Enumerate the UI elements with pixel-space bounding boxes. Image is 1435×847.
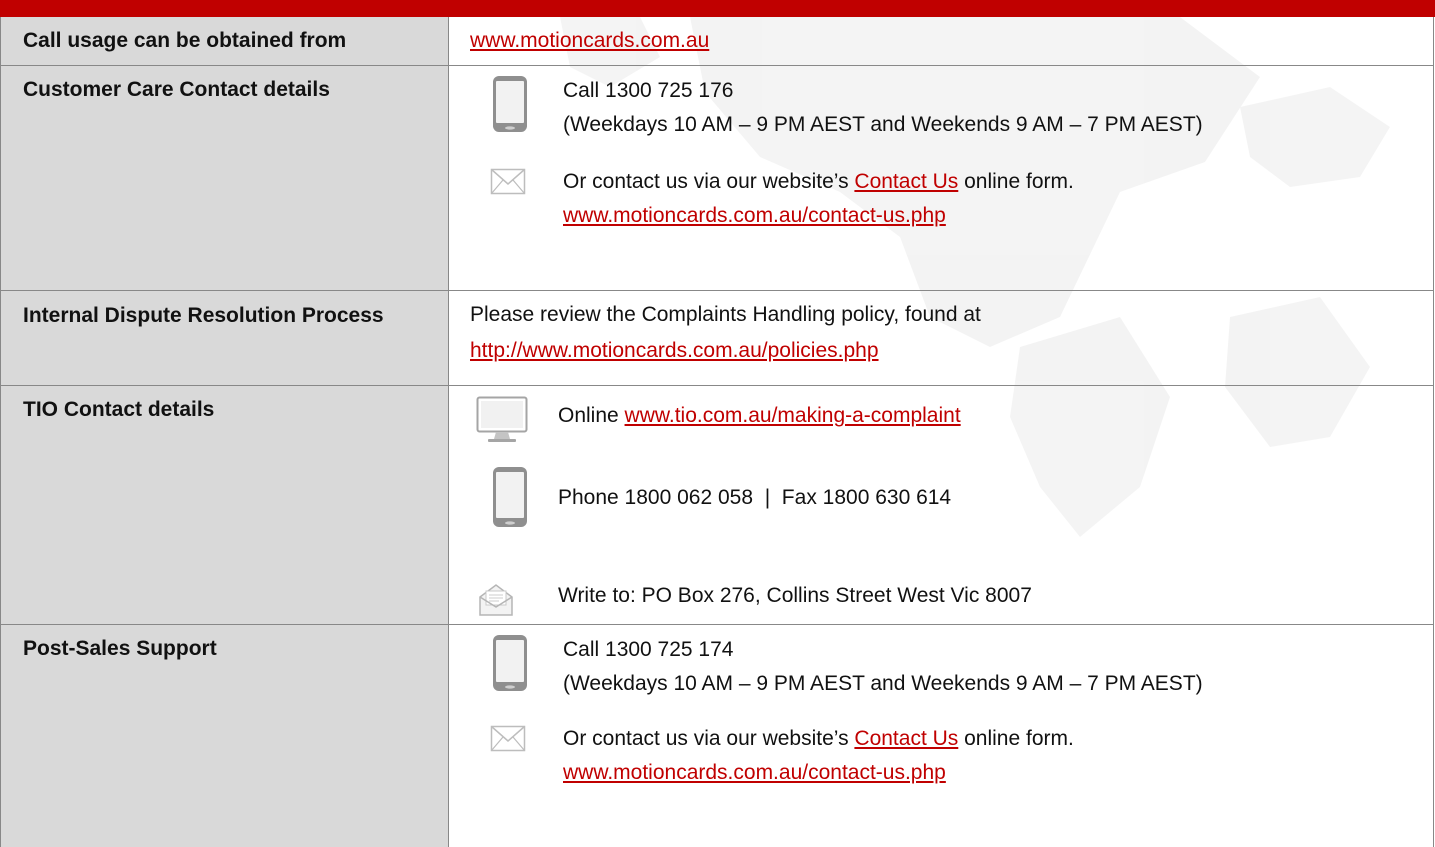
row-label: Customer Care Contact details <box>23 78 330 101</box>
row-label-cell: Customer Care Contact details <box>0 66 449 290</box>
contact-line: Or contact us via our website’s Contact … <box>563 722 1074 756</box>
online-prefix: Online <box>558 404 625 427</box>
mobile-phone-icon <box>493 76 527 132</box>
row-post-sales: Post-Sales Support Call 1300 725 174 (We… <box>0 625 1434 847</box>
row-label-cell: Internal Dispute Resolution Process <box>0 291 449 385</box>
contact-text-before: Or contact us via our website’s <box>563 727 855 750</box>
table-border <box>1433 291 1434 385</box>
table-border <box>1433 386 1434 624</box>
envelope-icon <box>490 168 526 195</box>
table-border <box>1433 66 1434 290</box>
contact-text-after: online form. <box>958 170 1074 193</box>
online-line: Online www.tio.com.au/making-a-complaint <box>558 399 961 433</box>
row-label-cell: Call usage can be obtained from <box>0 17 449 65</box>
row-label-cell: Post-Sales Support <box>0 625 449 847</box>
row-label: Call usage can be obtained from <box>23 29 347 52</box>
mobile-phone-icon <box>493 635 527 691</box>
contact-line: Or contact us via our website’s Contact … <box>563 165 1074 199</box>
table-border <box>1433 17 1434 65</box>
contact-url-link[interactable]: www.motioncards.com.au/contact-us.php <box>563 756 946 790</box>
open-envelope-icon <box>479 584 513 616</box>
row-label: Post-Sales Support <box>23 637 217 660</box>
row-label: Internal Dispute Resolution Process <box>23 304 384 327</box>
row-label-cell: TIO Contact details <box>0 386 449 624</box>
tio-complaint-link[interactable]: www.tio.com.au/making-a-complaint <box>625 404 961 427</box>
row-call-usage: Call usage can be obtained from www.moti… <box>0 17 1434 66</box>
table-border <box>1433 625 1434 847</box>
phone-fax-line: Phone 1800 062 058 | Fax 1800 630 614 <box>558 486 952 509</box>
mobile-phone-icon <box>493 467 527 527</box>
desktop-monitor-icon <box>476 396 528 442</box>
header-bar <box>0 0 1435 17</box>
hours-line: (Weekdays 10 AM – 9 PM AEST and Weekends… <box>563 672 1203 695</box>
envelope-icon <box>490 725 526 752</box>
contact-text-after: online form. <box>958 727 1074 750</box>
row-tio-contact: TIO Contact details Online www.tio.com.a… <box>0 386 1434 625</box>
write-to-line: Write to: PO Box 276, Collins Street Wes… <box>558 584 1032 607</box>
phone-line: Call 1300 725 174 <box>563 638 734 661</box>
contact-us-link[interactable]: Contact Us <box>854 727 958 750</box>
hours-line: (Weekdays 10 AM – 9 PM AEST and Weekends… <box>563 113 1203 136</box>
policies-link[interactable]: http://www.motioncards.com.au/policies.p… <box>470 334 879 368</box>
contact-us-link[interactable]: Contact Us <box>854 170 958 193</box>
motioncards-link[interactable]: www.motioncards.com.au <box>470 24 709 58</box>
info-table: Call usage can be obtained from www.moti… <box>0 17 1434 847</box>
phone-line: Call 1300 725 176 <box>563 79 734 102</box>
contact-url-link[interactable]: www.motioncards.com.au/contact-us.php <box>563 199 946 233</box>
row-customer-care: Customer Care Contact details Call 1300 … <box>0 66 1434 291</box>
row-label: TIO Contact details <box>23 398 215 421</box>
dispute-text: Please review the Complaints Handling po… <box>470 303 981 326</box>
row-dispute-resolution: Internal Dispute Resolution Process Plea… <box>0 291 1434 386</box>
contact-text-before: Or contact us via our website’s <box>563 170 855 193</box>
